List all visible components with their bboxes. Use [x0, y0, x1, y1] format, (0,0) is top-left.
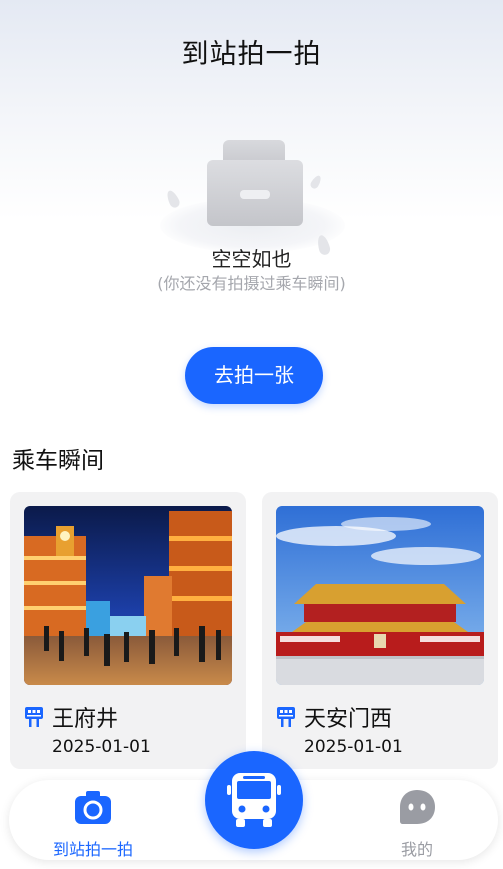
card-photo-wangfujing[interactable]	[24, 506, 232, 685]
nav-label-mine: 我的	[400, 840, 433, 859]
nav-tab-mine[interactable]: 我的	[357, 788, 477, 860]
bus-center-button[interactable]	[205, 751, 303, 849]
moment-card[interactable]: 天安门西 2025-01-01	[262, 492, 498, 769]
bus-stop-icon	[277, 707, 295, 727]
camera-icon	[75, 791, 111, 824]
moment-card[interactable]: 王府井 2025-01-01	[10, 492, 246, 769]
bus-icon	[227, 773, 281, 827]
card-date: 2025-01-01	[52, 737, 151, 757]
nav-tab-photo[interactable]: 到站拍一拍	[33, 788, 153, 860]
card-photo-tiananmen[interactable]	[276, 506, 484, 685]
empty-box-icon	[150, 130, 355, 257]
empty-state-title: 空空如也	[211, 247, 292, 271]
station-name: 天安门西	[304, 707, 393, 732]
station-name: 王府井	[52, 707, 119, 732]
card-date: 2025-01-01	[304, 737, 403, 757]
section-title: 乘车瞬间	[12, 448, 104, 474]
take-photo-button[interactable]: 去拍一张	[185, 347, 323, 404]
bus-stop-icon	[25, 707, 43, 727]
nav-label-photo: 到站拍一拍	[52, 840, 133, 859]
profile-chat-icon	[400, 790, 435, 824]
empty-state-subtitle: (你还没有拍摄过乘车瞬间)	[157, 274, 346, 293]
page-title: 到站拍一拍	[181, 39, 322, 70]
